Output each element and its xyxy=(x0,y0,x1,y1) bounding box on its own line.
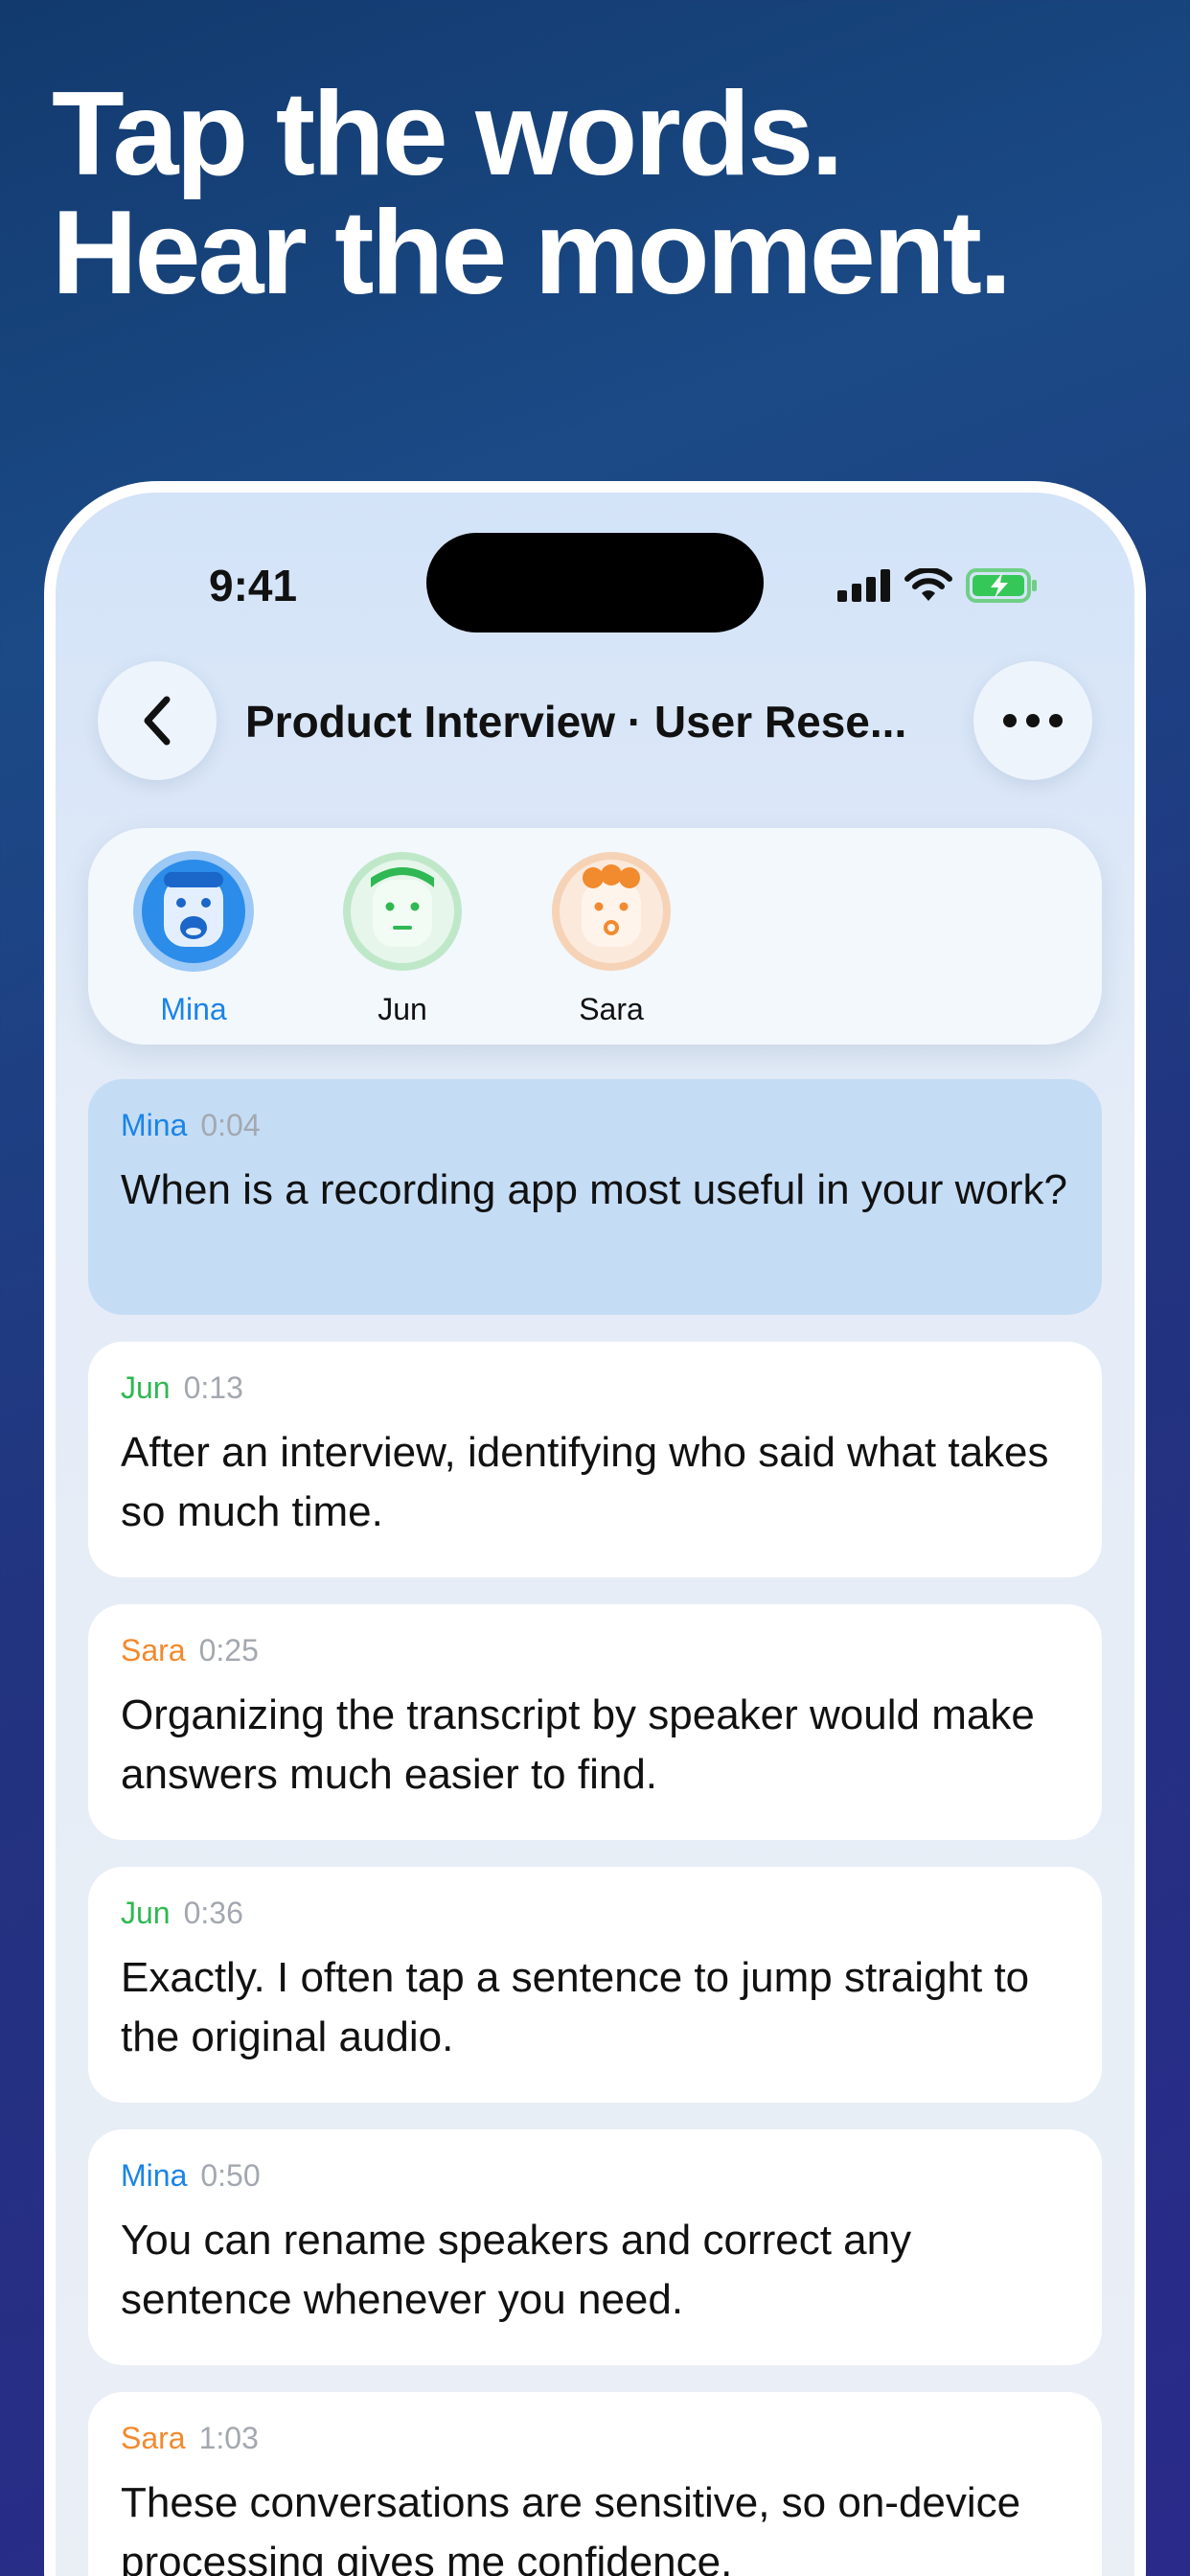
page-title: Product Interview · User Rese... xyxy=(245,697,906,747)
speaker-label: Sara xyxy=(121,1633,186,1668)
timestamp: 0:04 xyxy=(200,1108,261,1142)
timestamp: 0:36 xyxy=(183,1896,243,1930)
transcript-meta: Mina 0:04 xyxy=(121,1108,1069,1143)
signal-icon xyxy=(837,569,890,602)
transcript-text: Organizing the transcript by speaker wou… xyxy=(121,1691,1035,1798)
timestamp: 0:50 xyxy=(200,2158,261,2193)
transcript-text: Exactly. I often tap a sentence to jump … xyxy=(121,1954,1030,2060)
transcript-meta: Mina 0:50 xyxy=(121,2158,1069,2194)
speaker-chip-mina[interactable]: Mina xyxy=(126,849,261,1027)
speaker-label: Sara xyxy=(121,2421,186,2455)
headline: Tap the words. Hear the moment. xyxy=(52,75,1154,312)
phone-frame: 9:41 Product Interview · User Rese... Mi… xyxy=(44,481,1146,2576)
transcript-meta: Sara 0:25 xyxy=(121,1633,1069,1668)
ellipsis-icon xyxy=(1003,714,1063,727)
transcript-item[interactable]: Sara 0:25 Organizing the transcript by sp… xyxy=(88,1604,1102,1840)
headline-line-2: Hear the moment. xyxy=(52,187,1012,319)
transcript-meta: Sara 1:03 xyxy=(121,2421,1069,2456)
speaker-filter-bar: Mina Jun Sara xyxy=(88,828,1102,1045)
wifi-icon xyxy=(904,568,952,601)
transcript-meta: Jun 0:13 xyxy=(121,1370,1069,1406)
timestamp: 0:25 xyxy=(198,1633,259,1668)
transcript-item[interactable]: Jun 0:36 Exactly. I often tap a sentence … xyxy=(88,1867,1102,2103)
more-options-button[interactable] xyxy=(973,661,1092,780)
sara-avatar-icon xyxy=(552,852,671,971)
speaker-label: Jun xyxy=(121,1896,171,1930)
status-icons xyxy=(837,567,1039,604)
transcript-item[interactable]: Mina 0:04 When is a recording app most us… xyxy=(88,1079,1102,1315)
jun-avatar-icon xyxy=(343,852,462,971)
status-time: 9:41 xyxy=(209,561,298,610)
phone-screen: 9:41 Product Interview · User Rese... Mi… xyxy=(56,493,1134,2576)
speaker-name: Jun xyxy=(378,992,427,1026)
battery-charging-icon xyxy=(966,568,1037,603)
chevron-left-icon xyxy=(144,696,171,746)
speaker-name: Sara xyxy=(579,992,644,1026)
timestamp: 0:13 xyxy=(183,1370,243,1405)
speaker-chip-sara[interactable]: Sara xyxy=(544,849,678,1027)
speaker-label: Mina xyxy=(121,2158,188,2193)
transcript-text: These conversations are sensitive, so on… xyxy=(121,2479,1021,2576)
back-button[interactable] xyxy=(98,661,217,780)
timestamp: 1:03 xyxy=(198,2421,259,2455)
transcript-text: When is a recording app most useful in y… xyxy=(121,1166,1068,1213)
speaker-chip-jun[interactable]: Jun xyxy=(335,849,469,1027)
transcript-text: After an interview, identifying who said… xyxy=(121,1429,1049,1535)
speaker-name: Mina xyxy=(160,992,227,1026)
speaker-label: Jun xyxy=(121,1370,171,1405)
headline-line-1: Tap the words. xyxy=(52,68,844,200)
speaker-label: Mina xyxy=(121,1108,188,1142)
transcript-item[interactable]: Mina 0:50 You can rename speakers and cor… xyxy=(88,2129,1102,2365)
nav-bar: Product Interview · User Rese... xyxy=(98,661,1092,780)
transcript-meta: Jun 0:36 xyxy=(121,1896,1069,1931)
mina-avatar-icon xyxy=(133,851,254,972)
transcript-text: You can rename speakers and correct any … xyxy=(121,2217,912,2323)
transcript-item[interactable]: Jun 0:13 After an interview, identifying … xyxy=(88,1342,1102,1577)
transcript-item[interactable]: Sara 1:03 These conversations are sensiti… xyxy=(88,2392,1102,2576)
dynamic-island xyxy=(426,533,764,632)
